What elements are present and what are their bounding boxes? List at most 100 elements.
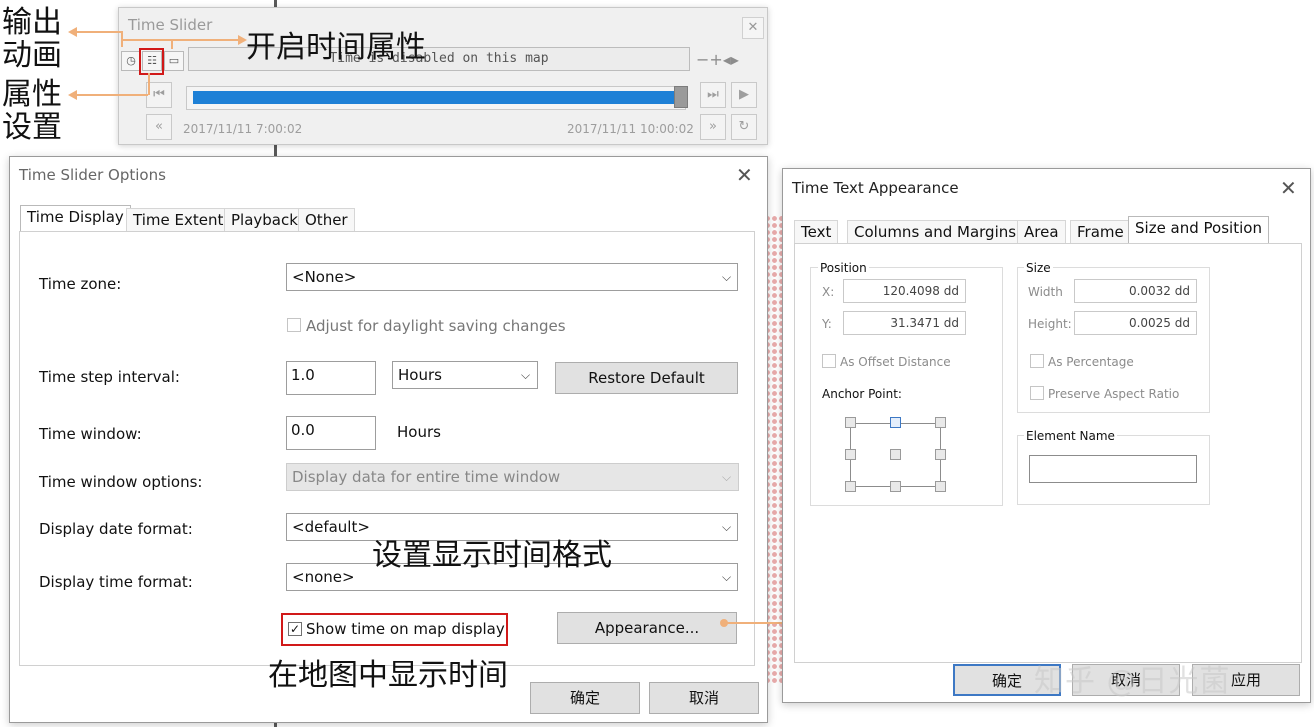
chevron-down-icon: ⌵ — [722, 470, 732, 484]
dst-checkbox[interactable] — [287, 318, 301, 332]
export-animation-icon[interactable]: ◷ — [121, 51, 141, 71]
date-format-value: <default> — [292, 518, 370, 536]
chevron-down-icon: ⌵ — [521, 368, 531, 382]
chevron-down-icon: ⌵ — [722, 520, 732, 534]
appearance-dialog-title: Time Text Appearance — [792, 179, 959, 197]
cancel-button[interactable]: 取消 — [649, 682, 759, 714]
arrow-line — [171, 39, 173, 49]
time-format-value: <none> — [292, 568, 355, 586]
time-zone-select[interactable]: <None> — [286, 263, 738, 291]
offset-label: As Offset Distance — [840, 355, 951, 369]
ok-button[interactable]: 确定 — [530, 682, 640, 714]
y-input[interactable]: 31.3471 dd — [843, 311, 966, 335]
step-unit-select[interactable]: Hours — [392, 361, 538, 389]
tab-frame[interactable]: Frame — [1070, 220, 1131, 244]
arrow-line — [76, 31, 122, 33]
anchor-handle[interactable] — [890, 449, 901, 460]
size-group-label: Size — [1024, 261, 1053, 275]
tab-time-display[interactable]: Time Display — [20, 205, 131, 232]
enable-time-icon[interactable]: ▭ — [164, 51, 184, 71]
step-unit-value: Hours — [398, 366, 442, 384]
time-zone-value: <None> — [292, 268, 357, 286]
step-interval-input[interactable]: 1.0 — [286, 361, 376, 395]
step-interval-label: Time step interval: — [39, 368, 180, 386]
x-label: X: — [822, 285, 835, 299]
time-zone-label: Time zone: — [39, 275, 122, 293]
start-time-label: 2017/11/11 7:00:02 — [183, 122, 303, 136]
close-icon[interactable]: ✕ — [742, 17, 764, 39]
percentage-label: As Percentage — [1048, 355, 1134, 369]
show-time-checkbox[interactable]: ✓ — [288, 622, 302, 636]
date-format-label: Display date format: — [39, 520, 193, 538]
tab-other[interactable]: Other — [298, 208, 355, 232]
annotation-enable-time: 开启时间属性 — [246, 30, 426, 65]
offset-checkbox[interactable] — [822, 354, 836, 368]
arrow-line — [76, 94, 148, 96]
anchor-handle[interactable] — [890, 481, 901, 492]
time-slider-title: Time Slider — [128, 16, 213, 34]
tab-time-extent[interactable]: Time Extent — [126, 208, 231, 232]
dst-label: Adjust for daylight saving changes — [306, 317, 566, 335]
anchor-handle[interactable] — [935, 417, 946, 428]
tab-playback[interactable]: Playback — [224, 208, 305, 232]
annotation-date-format: 设置显示时间格式 — [372, 538, 612, 573]
width-input[interactable]: 0.0032 dd — [1074, 279, 1197, 303]
fast-forward-icon[interactable]: » — [700, 114, 726, 140]
annotation-property-settings: 属性 设置 — [2, 77, 62, 145]
chevron-down-icon: ⌵ — [722, 270, 732, 284]
x-input[interactable]: 120.4098 dd — [843, 279, 966, 303]
skip-forward-icon[interactable]: ⏭ — [700, 82, 726, 108]
time-display-panel — [19, 231, 755, 666]
anchor-handle[interactable] — [935, 481, 946, 492]
element-name-input[interactable] — [1029, 455, 1197, 483]
y-label: Y: — [822, 317, 832, 331]
options-dialog-title: Time Slider Options — [19, 166, 166, 184]
arrow-head — [238, 35, 247, 45]
anchor-handle[interactable] — [845, 481, 856, 492]
options-highlight — [139, 48, 164, 75]
anchor-handle[interactable] — [935, 449, 946, 460]
zoom-controls[interactable]: −+◂▸ — [696, 50, 739, 69]
window-options-label: Time window options: — [39, 473, 203, 491]
chevron-down-icon: ⌵ — [722, 570, 732, 584]
percentage-checkbox[interactable] — [1030, 354, 1044, 368]
anchor-handle-selected[interactable] — [890, 417, 901, 428]
time-window-unit: Hours — [397, 423, 441, 441]
refresh-icon[interactable]: ↻ — [731, 114, 757, 140]
aspect-checkbox[interactable] — [1030, 386, 1044, 400]
appearance-button[interactable]: Appearance... — [557, 612, 737, 644]
time-window-input[interactable]: 0.0 — [286, 416, 376, 450]
time-format-label: Display time format: — [39, 573, 193, 591]
height-input[interactable]: 0.0025 dd — [1074, 311, 1197, 335]
rewind-icon[interactable]: « — [146, 114, 172, 140]
play-icon[interactable]: ▶ — [731, 82, 757, 108]
time-slider-progress — [193, 91, 675, 104]
appearance-dialog-close-icon[interactable]: ✕ — [1280, 176, 1297, 200]
anchor-label: Anchor Point: — [822, 387, 902, 401]
anchor-handle[interactable] — [845, 417, 856, 428]
end-time-label: 2017/11/11 10:00:02 — [567, 122, 694, 136]
arrow-head — [68, 27, 77, 37]
options-dialog-close-icon[interactable]: ✕ — [736, 163, 753, 187]
width-label: Width — [1028, 285, 1063, 299]
restore-default-button[interactable]: Restore Default — [555, 362, 738, 394]
show-time-label: Show time on map display — [306, 620, 505, 638]
annotation-export-animation: 输出 动画 — [2, 5, 62, 73]
tab-columns-margins[interactable]: Columns and Margins — [847, 220, 1024, 244]
tab-size-position[interactable]: Size and Position — [1128, 216, 1269, 243]
watermark: 知乎 @日光菌 — [1034, 664, 1231, 699]
aspect-label: Preserve Aspect Ratio — [1048, 387, 1180, 401]
anchor-handle[interactable] — [845, 449, 856, 460]
time-window-label: Time window: — [39, 425, 142, 443]
arrow-line — [122, 39, 240, 41]
annotation-show-on-map: 在地图中显示时间 — [268, 658, 508, 693]
position-group-label: Position — [818, 261, 869, 275]
element-name-label: Element Name — [1024, 429, 1117, 443]
tab-text[interactable]: Text — [794, 220, 839, 244]
arrow-line — [148, 73, 150, 95]
time-slider-handle[interactable] — [674, 86, 688, 108]
tab-area[interactable]: Area — [1017, 220, 1066, 244]
height-label: Height: — [1028, 317, 1072, 331]
window-options-select[interactable]: Display data for entire time window — [286, 463, 739, 491]
window-options-value: Display data for entire time window — [292, 468, 561, 486]
